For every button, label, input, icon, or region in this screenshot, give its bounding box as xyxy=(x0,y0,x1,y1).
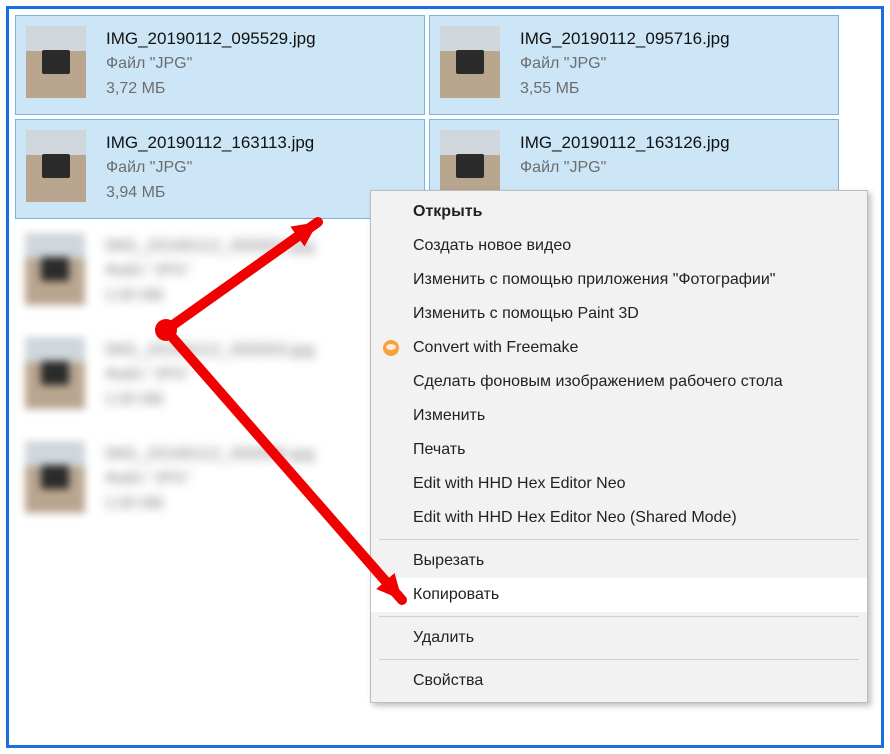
menu-item[interactable]: Edit with HHD Hex Editor Neo xyxy=(371,467,867,501)
menu-item[interactable]: Копировать xyxy=(371,578,867,612)
menu-item-label: Изменить xyxy=(413,407,485,425)
menu-item-label: Открыть xyxy=(413,203,482,221)
file-size: 2,00 МБ xyxy=(105,492,315,517)
file-type: Файл "JPG" xyxy=(106,52,316,77)
file-item[interactable]: IMG_20190112_000001.jpgФайл "JPG"2,00 МБ xyxy=(15,223,425,323)
file-size: 3,72 МБ xyxy=(106,77,316,102)
file-thumbnail xyxy=(26,130,86,202)
menu-item[interactable]: Изменить xyxy=(371,399,867,433)
file-meta: IMG_20190112_095716.jpgФайл "JPG"3,55 МБ xyxy=(520,26,730,102)
file-size: 2,00 МБ xyxy=(105,284,315,309)
file-type: Файл "JPG" xyxy=(105,259,315,284)
file-meta: IMG_20190112_000001.jpgФайл "JPG"2,00 МБ xyxy=(105,233,315,309)
menu-item[interactable]: Свойства xyxy=(371,664,867,698)
menu-item[interactable]: Изменить с помощью Paint 3D xyxy=(371,297,867,331)
file-name: IMG_20190112_000005.jpg xyxy=(105,441,315,467)
file-item[interactable]: IMG_20190112_095716.jpgФайл "JPG"3,55 МБ xyxy=(429,15,839,115)
file-name: IMG_20190112_163113.jpg xyxy=(106,130,314,156)
file-thumbnail xyxy=(25,233,85,305)
menu-item-label: Convert with Freemake xyxy=(413,339,578,357)
menu-item-label: Изменить с помощью приложения "Фотографи… xyxy=(413,271,775,289)
file-type: Файл "JPG" xyxy=(105,363,315,388)
menu-item-label: Edit with HHD Hex Editor Neo (Shared Mod… xyxy=(413,509,737,527)
menu-item[interactable]: Вырезать xyxy=(371,544,867,578)
file-thumbnail xyxy=(26,26,86,98)
menu-item-label: Вырезать xyxy=(413,552,484,570)
menu-item-label: Копировать xyxy=(413,586,499,604)
file-item[interactable]: IMG_20190112_095529.jpgФайл "JPG"3,72 МБ xyxy=(15,15,425,115)
file-item[interactable]: IMG_20190112_000003.jpgФайл "JPG"2,00 МБ xyxy=(15,327,425,427)
file-type: Файл "JPG" xyxy=(105,467,315,492)
menu-item[interactable]: Сделать фоновым изображением рабочего ст… xyxy=(371,365,867,399)
menu-item[interactable]: Изменить с помощью приложения "Фотографи… xyxy=(371,263,867,297)
file-thumbnail xyxy=(440,26,500,98)
menu-separator xyxy=(379,539,859,540)
menu-item-label: Свойства xyxy=(413,672,483,690)
menu-item[interactable]: Печать xyxy=(371,433,867,467)
menu-separator xyxy=(379,616,859,617)
file-meta: IMG_20190112_000005.jpgФайл "JPG"2,00 МБ xyxy=(105,441,315,517)
freemake-icon xyxy=(381,338,401,358)
menu-separator xyxy=(379,659,859,660)
menu-item-label: Печать xyxy=(413,441,465,459)
file-item[interactable]: IMG_20190112_000005.jpgФайл "JPG"2,00 МБ xyxy=(15,431,425,531)
file-name: IMG_20190112_000001.jpg xyxy=(105,233,315,259)
file-name: IMG_20190112_000003.jpg xyxy=(105,337,315,363)
file-name: IMG_20190112_163126.jpg xyxy=(520,130,730,156)
file-type: Файл "JPG" xyxy=(106,156,314,181)
file-thumbnail xyxy=(25,441,85,513)
menu-item-label: Создать новое видео xyxy=(413,237,571,255)
file-name: IMG_20190112_095716.jpg xyxy=(520,26,730,52)
file-type: Файл "JPG" xyxy=(520,156,730,181)
menu-item[interactable]: Convert with Freemake xyxy=(371,331,867,365)
menu-item[interactable]: Открыть xyxy=(371,195,867,229)
menu-item-label: Сделать фоновым изображением рабочего ст… xyxy=(413,373,783,391)
file-size: 2,00 МБ xyxy=(105,388,315,413)
menu-item-label: Удалить xyxy=(413,629,474,647)
file-type: Файл "JPG" xyxy=(520,52,730,77)
menu-item[interactable]: Создать новое видео xyxy=(371,229,867,263)
file-item[interactable]: IMG_20190112_163113.jpgФайл "JPG"3,94 МБ xyxy=(15,119,425,219)
file-meta: IMG_20190112_095529.jpgФайл "JPG"3,72 МБ xyxy=(106,26,316,102)
menu-item[interactable]: Удалить xyxy=(371,621,867,655)
file-size: 3,94 МБ xyxy=(106,181,314,206)
file-thumbnail xyxy=(25,337,85,409)
file-meta: IMG_20190112_000003.jpgФайл "JPG"2,00 МБ xyxy=(105,337,315,413)
menu-item-label: Изменить с помощью Paint 3D xyxy=(413,305,639,323)
menu-item-label: Edit with HHD Hex Editor Neo xyxy=(413,475,626,493)
menu-item[interactable]: Edit with HHD Hex Editor Neo (Shared Mod… xyxy=(371,501,867,535)
file-meta: IMG_20190112_163126.jpgФайл "JPG" xyxy=(520,130,730,181)
file-meta: IMG_20190112_163113.jpgФайл "JPG"3,94 МБ xyxy=(106,130,314,206)
file-name: IMG_20190112_095529.jpg xyxy=(106,26,316,52)
file-size: 3,55 МБ xyxy=(520,77,730,102)
context-menu: Открыть Создать новое видео Изменить с пом… xyxy=(370,190,868,703)
